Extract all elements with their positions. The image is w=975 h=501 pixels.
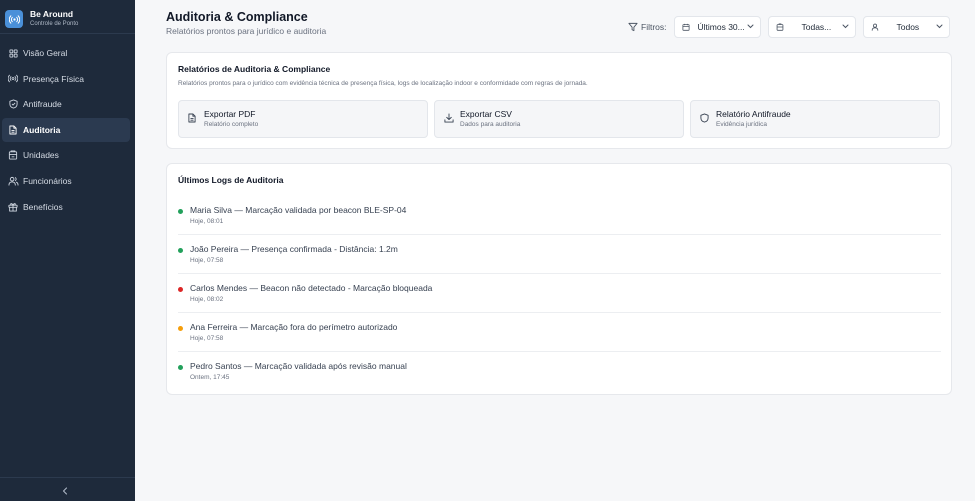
audit-logs-title: Últimos Logs de Auditoria: [178, 175, 284, 185]
employee-select[interactable]: Todos: [862, 16, 950, 38]
antifraud-report-button[interactable]: Relatório Antifraude Evidência jurídica: [690, 100, 940, 138]
sidebar-divider: [0, 33, 135, 34]
sidebar-item-presenca-fisica[interactable]: Presença Física: [2, 67, 130, 91]
shield-icon: [700, 113, 709, 123]
building-icon: [776, 23, 784, 31]
logo-icon: [5, 10, 23, 28]
filters-label: Filtros:: [628, 22, 667, 32]
list-item[interactable]: Pedro Santos — Marcação validada após re…: [178, 352, 941, 391]
log-text: João Pereira — Presença confirmada - Dis…: [190, 244, 398, 254]
chevron-down-icon: [747, 24, 754, 29]
sidebar-item-unidades[interactable]: Unidades: [2, 143, 130, 167]
period-select[interactable]: Últimos 30...: [673, 16, 761, 38]
page-title: Auditoria & Compliance: [166, 10, 308, 24]
gift-icon: [7, 201, 19, 213]
sidebar-nav: Visão Geral Presença Física Antifraude A…: [0, 41, 135, 220]
user-icon: [871, 23, 879, 31]
unit-select[interactable]: Todas...: [767, 16, 856, 38]
status-dot: [178, 287, 183, 292]
status-dot: [178, 248, 183, 253]
sidebar-item-label: Antifraude: [23, 99, 62, 110]
building-icon: [7, 149, 19, 161]
chevron-down-icon: [842, 24, 849, 29]
reports-card-description: Relatórios prontos para o jurídico com e…: [178, 80, 588, 87]
grid-icon: [7, 47, 19, 59]
list-item[interactable]: Carlos Mendes — Beacon não detectado - M…: [178, 274, 941, 313]
export-pdf-button[interactable]: Exportar PDF Relatório completo: [178, 100, 428, 138]
audit-logs-card: Últimos Logs de Auditoria Maria Silva — …: [166, 163, 952, 395]
download-icon: [444, 113, 454, 123]
sidebar-item-antifraude[interactable]: Antifraude: [2, 92, 130, 116]
log-time: Hoje, 07:58: [190, 335, 224, 342]
sidebar-item-beneficios[interactable]: Benefícios: [2, 195, 130, 219]
list-item[interactable]: Ana Ferreira — Marcação fora do perímetr…: [178, 313, 941, 352]
chevron-down-icon: [936, 24, 943, 29]
app-subtitle: Controle de Ponto: [30, 21, 79, 27]
filters-label-text: Filtros:: [641, 22, 667, 32]
log-text: Maria Silva — Marcação validada por beac…: [190, 205, 407, 215]
list-item[interactable]: João Pereira — Presença confirmada - Dis…: [178, 235, 941, 274]
filter-icon: [628, 22, 638, 32]
brand[interactable]: Be Around Controle de Ponto: [5, 4, 135, 34]
period-select-value: Últimos 30...: [697, 22, 745, 32]
export-pdf-title: Exportar PDF: [204, 109, 256, 119]
export-csv-subtitle: Dados para auditoria: [460, 121, 521, 128]
sidebar: Be Around Controle de Ponto Visão Geral …: [0, 0, 135, 501]
sidebar-item-label: Visão Geral: [23, 48, 68, 58]
sidebar-item-label: Presença Física: [23, 73, 84, 84]
file-icon: [188, 113, 196, 123]
export-csv-title: Exportar CSV: [460, 109, 512, 119]
sidebar-item-label: Benefícios: [23, 201, 63, 212]
log-time: Hoje, 07:58: [190, 257, 224, 264]
unit-select-value: Todas...: [801, 22, 832, 32]
log-text: Carlos Mendes — Beacon não detectado - M…: [190, 283, 433, 293]
antifraud-report-subtitle: Evidência jurídica: [716, 121, 767, 128]
list-item[interactable]: Maria Silva — Marcação validada por beac…: [178, 196, 941, 235]
sidebar-item-label: Unidades: [23, 150, 59, 161]
log-time: Hoje, 08:01: [190, 218, 224, 225]
status-dot: [178, 365, 183, 370]
employee-select-value: Todos: [896, 22, 920, 32]
status-dot: [178, 209, 183, 214]
users-icon: [7, 175, 19, 187]
radio-icon: [7, 73, 19, 85]
filters-bar: Filtros: Últimos 30... Todas... Todos: [628, 16, 950, 38]
reports-card: Relatórios de Auditoria & Compliance Rel…: [166, 52, 952, 149]
antifraud-report-title: Relatório Antifraude: [716, 109, 791, 119]
collapse-sidebar-button[interactable]: [58, 484, 72, 498]
sidebar-item-auditoria[interactable]: Auditoria: [2, 117, 130, 142]
log-text: Ana Ferreira — Marcação fora do perímetr…: [190, 322, 398, 332]
shield-check-icon: [7, 98, 19, 110]
log-time: Ontem, 17:45: [190, 374, 230, 381]
sidebar-divider-bottom: [0, 477, 135, 478]
file-text-icon: [7, 124, 19, 136]
sidebar-item-visao-geral[interactable]: Visão Geral: [2, 41, 130, 65]
export-csv-button[interactable]: Exportar CSV Dados para auditoria: [434, 100, 684, 138]
sidebar-item-funcionarios[interactable]: Funcionários: [2, 169, 130, 193]
export-pdf-subtitle: Relatório completo: [204, 121, 259, 128]
app-name: Be Around: [30, 9, 74, 19]
log-time: Hoje, 08:02: [190, 296, 224, 303]
status-dot: [178, 326, 183, 331]
page-subtitle: Relatórios prontos para jurídico e audit…: [166, 26, 327, 36]
sidebar-item-label: Funcionários: [23, 175, 72, 186]
reports-card-title: Relatórios de Auditoria & Compliance: [178, 64, 331, 74]
sidebar-item-label: Auditoria: [23, 124, 61, 135]
calendar-icon: [681, 23, 690, 31]
chevron-left-icon: [62, 487, 68, 495]
log-text: Pedro Santos — Marcação validada após re…: [190, 361, 407, 371]
